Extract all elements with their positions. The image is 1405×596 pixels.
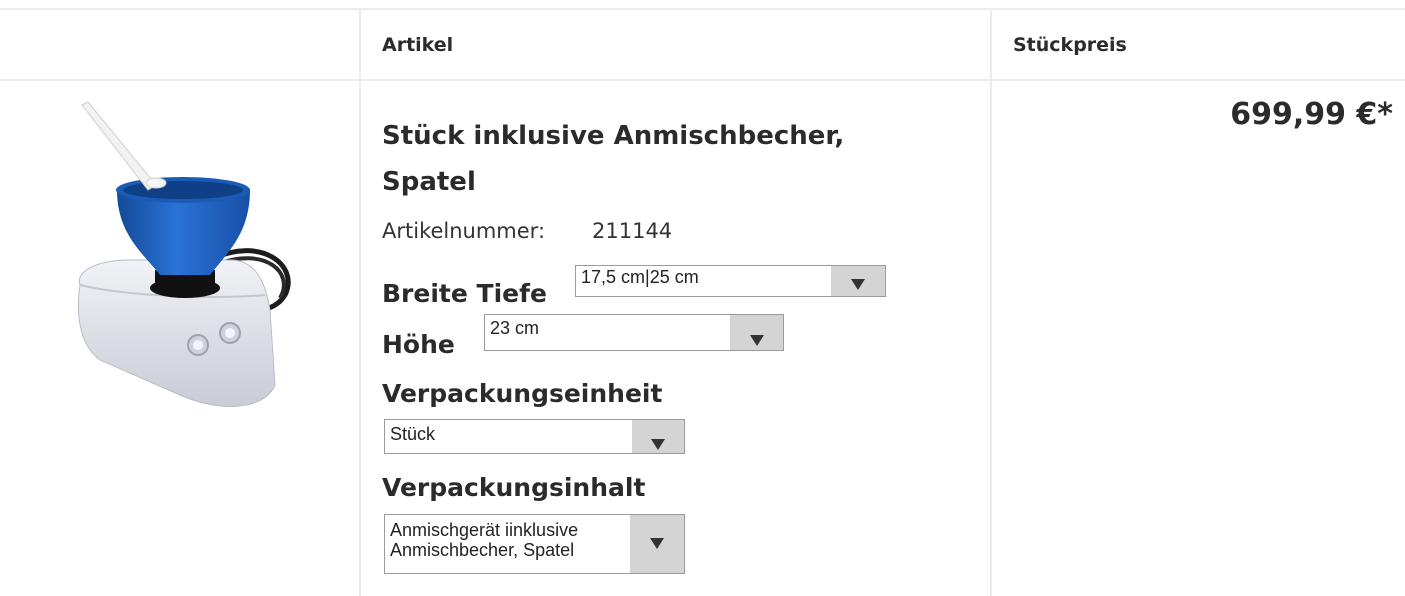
chevron-down-icon bbox=[851, 279, 865, 290]
header-price: Stückpreis bbox=[1013, 34, 1127, 56]
packaging-unit-select-value: Stück bbox=[390, 425, 436, 444]
chevron-down-icon bbox=[749, 334, 764, 346]
dimensions-select-arrow[interactable] bbox=[831, 266, 885, 296]
unit-price: 699,99 €* bbox=[1230, 97, 1393, 132]
packaging-content-select-value-line1: Anmischgerät iinklusive bbox=[390, 521, 579, 540]
column-divider-article bbox=[359, 9, 361, 596]
height-select-arrow[interactable] bbox=[730, 315, 783, 350]
height-select[interactable]: 23 cm bbox=[484, 314, 784, 351]
packaging-content-select[interactable]: Anmischgerät iinklusive Anmischbecher, S… bbox=[384, 514, 685, 574]
column-divider-price bbox=[990, 9, 992, 596]
dimensions-select[interactable]: 17,5 cm|25 cm bbox=[575, 265, 886, 297]
table-top-border bbox=[0, 8, 1405, 10]
option-label-packaging-unit: Verpackungseinheit bbox=[382, 379, 663, 408]
packaging-unit-select[interactable]: Stück bbox=[384, 419, 685, 454]
article-number-value: 211144 bbox=[592, 219, 673, 243]
chevron-down-icon bbox=[651, 438, 665, 450]
header-article: Artikel bbox=[382, 34, 454, 56]
option-label-packaging-content: Verpackungsinhalt bbox=[382, 473, 646, 502]
packaging-content-select-value-line2: Anmischbecher, Spatel bbox=[390, 541, 575, 560]
table-header-divider bbox=[0, 79, 1405, 81]
article-number-label: Artikelnummer: bbox=[382, 219, 546, 243]
packaging-unit-select-arrow[interactable] bbox=[632, 420, 684, 453]
packaging-content-select-arrow[interactable] bbox=[630, 515, 684, 573]
option-label-dimensions: Breite Tiefe bbox=[382, 279, 547, 308]
product-title[interactable]: Stück inklusive Anmischbecher, Spatel bbox=[382, 113, 942, 205]
chevron-down-icon bbox=[650, 538, 664, 549]
height-select-value: 23 cm bbox=[490, 319, 540, 338]
product-image[interactable] bbox=[60, 95, 305, 425]
dimensions-select-value: 17,5 cm|25 cm bbox=[581, 268, 699, 287]
option-label-height: Höhe bbox=[382, 330, 455, 359]
